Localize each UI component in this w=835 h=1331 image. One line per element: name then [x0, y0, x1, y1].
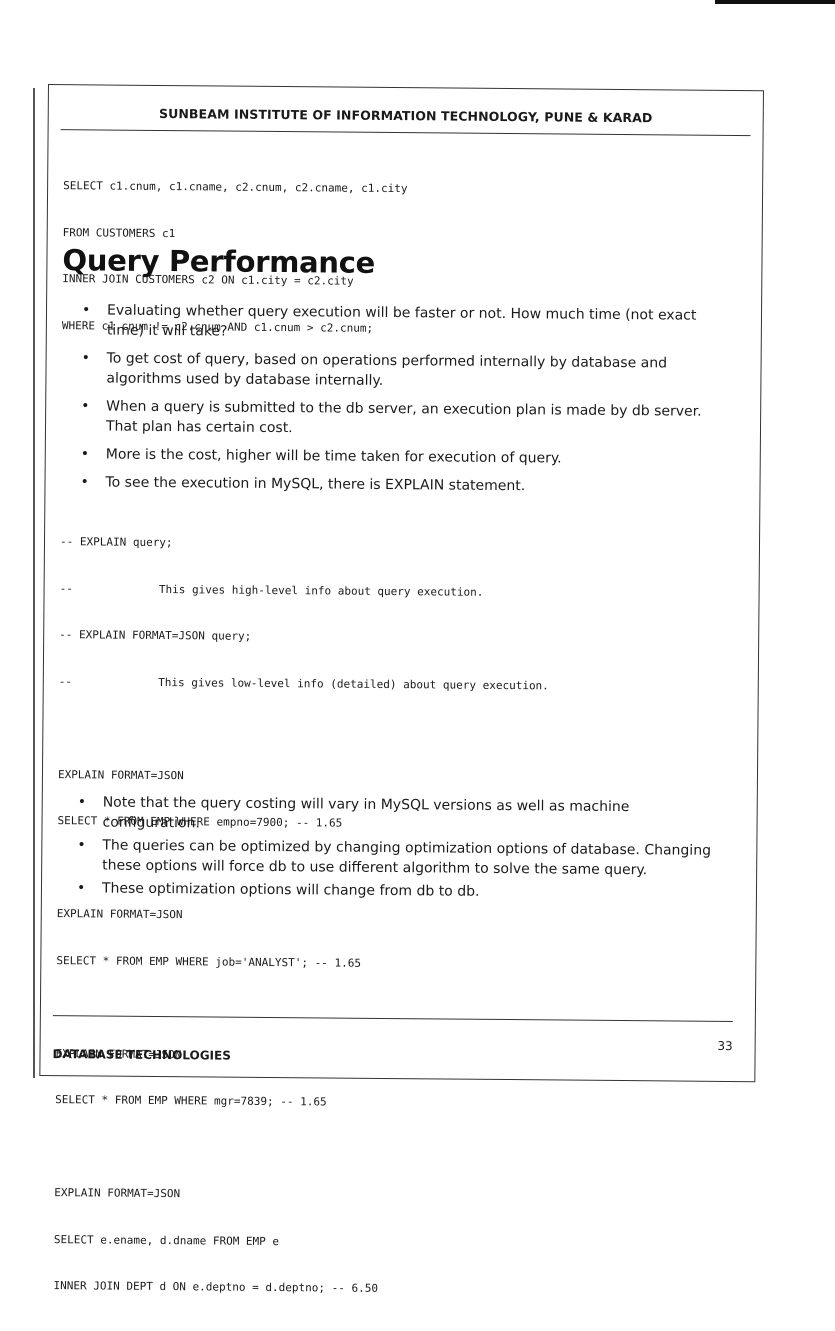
code-line: INNER JOIN DEPT d ON e.deptno = d.deptno…: [53, 1279, 379, 1295]
list-item-text: These optimization options will change f…: [101, 880, 480, 900]
list-item-text: More is the cost, higher will be time ta…: [105, 446, 562, 467]
code-line: EXPLAIN FORMAT=JSON: [57, 767, 184, 782]
list-item: • When a query is submitted to the db se…: [76, 396, 731, 442]
code-line: EXPLAIN FORMAT=JSON: [54, 1186, 181, 1201]
bullet-icon: •: [80, 446, 90, 463]
code-line: SELECT e.ename, d.dname FROM EMP e: [53, 1232, 280, 1248]
bullet-list-overview: • Evaluating whether query execution wil…: [75, 300, 732, 498]
code-line: SELECT * FROM EMP WHERE mgr=7839; -- 1.6…: [55, 1093, 327, 1109]
list-item-text: To get cost of query, based on operation…: [106, 350, 668, 389]
code-line: SELECT * FROM EMP WHERE job='ANALYST'; -…: [56, 953, 362, 970]
code-block-explain: -- EXPLAIN query; -- This gives high-lev…: [53, 503, 550, 1329]
bullet-icon: •: [76, 880, 86, 897]
bullet-icon: •: [81, 302, 91, 319]
page-number: 33: [717, 1038, 733, 1054]
bullet-icon: •: [80, 474, 89, 491]
code-line: -- EXPLAIN query;: [59, 535, 173, 550]
page-frame: SUNBEAM INSTITUTE OF INFORMATION TECHNOL…: [39, 84, 764, 1295]
bullet-icon: •: [81, 398, 90, 415]
binding-edge: [33, 88, 35, 1078]
list-item: • Note that the query costing will vary …: [72, 792, 727, 838]
code-line: -- This gives low-level info (detailed) …: [58, 674, 549, 692]
list-item: • Evaluating whether query execution wil…: [77, 300, 732, 346]
code-line: SELECT c1.cnum, c1.cname, c2.cnum, c2.cn…: [63, 179, 408, 196]
page-corner-mark: [715, 0, 835, 4]
footer-course-title: DATABASE TECHNOLOGIES: [52, 1047, 231, 1063]
list-item: • To get cost of query, based on operati…: [76, 348, 731, 394]
code-line: EXPLAIN FORMAT=JSON: [56, 907, 183, 922]
header-rule: [60, 129, 751, 137]
list-item-text: When a query is submitted to the db serv…: [105, 398, 702, 437]
list-item-text: The queries can be optimized by changing…: [102, 837, 712, 879]
list-item-text: Note that the query costing will vary in…: [102, 794, 630, 832]
list-item-text: To see the execution in MySQL, there is …: [105, 474, 526, 495]
bullet-list-notes: • Note that the query costing will vary …: [72, 792, 728, 904]
section-heading: Query Performance: [62, 243, 376, 280]
code-line: -- This gives high-level info about quer…: [59, 581, 484, 599]
list-item-text: Evaluating whether query execution will …: [106, 302, 697, 340]
bullet-icon: •: [77, 837, 86, 854]
list-item: • More is the cost, higher will be time …: [76, 444, 731, 470]
bullet-icon: •: [81, 350, 90, 367]
code-line: FROM CUSTOMERS c1: [62, 225, 176, 240]
code-line: -- EXPLAIN FORMAT=JSON query;: [59, 628, 252, 643]
list-item: • The queries can be optimized by changi…: [72, 835, 727, 881]
list-item: • To see the execution in MySQL, there i…: [75, 472, 730, 498]
bullet-icon: •: [77, 794, 87, 811]
header-title: SUNBEAM INSTITUTE OF INFORMATION TECHNOL…: [158, 105, 653, 126]
